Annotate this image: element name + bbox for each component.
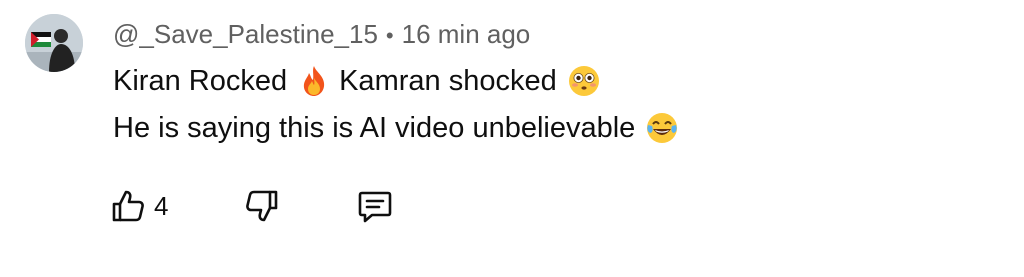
comment-header: @_Save_Palestine_15 • 16 min ago (113, 18, 530, 52)
timestamp: 16 min ago (401, 19, 531, 49)
comment-text-line-2: He is saying this is AI video unbelievab… (113, 110, 687, 146)
like-button[interactable]: 4 (108, 184, 168, 228)
reply-icon (358, 191, 392, 223)
reply-button[interactable] (355, 184, 395, 228)
fire-emoji (297, 64, 331, 98)
dislike-button[interactable] (242, 184, 282, 228)
thumbs-up-icon (112, 190, 144, 222)
comment-item: @_Save_Palestine_15 • 16 min ago Kiran Roc… (0, 0, 1024, 277)
comment-actions: 4 (108, 184, 428, 228)
avatar-image (25, 14, 83, 72)
author-name[interactable]: @_Save_Palestine_15 (113, 19, 378, 49)
separator-dot: • (385, 23, 394, 48)
avatar[interactable] (25, 14, 83, 72)
tears-of-joy-emoji (645, 111, 679, 145)
comment-text-part-3: He is saying this is AI video unbelievab… (113, 112, 636, 144)
comment-text-part-1: Kiran Rocked (113, 65, 288, 97)
comment-text-part-2: Kamran shocked (339, 65, 557, 97)
comment-text-line-1: Kiran Rocked Kamran shocked (113, 63, 609, 99)
like-count: 4 (154, 191, 169, 221)
thumbs-down-icon (246, 190, 278, 222)
flushed-face-emoji (567, 64, 601, 98)
